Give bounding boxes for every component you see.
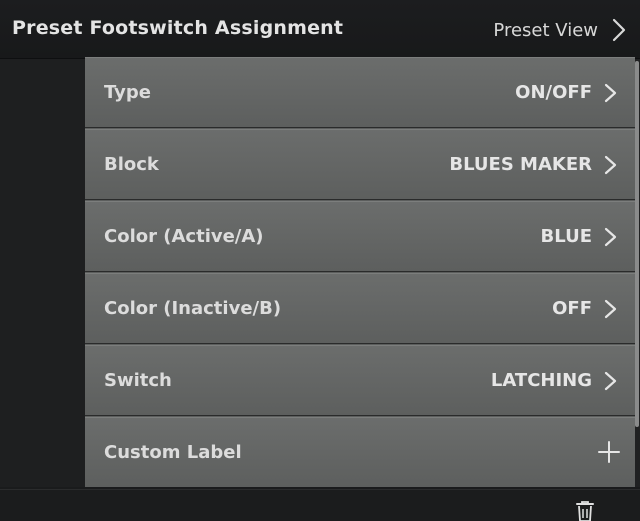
header-bar: Preset Footswitch Assignment Preset View: [0, 0, 640, 59]
preset-footswitch-screen: Preset Footswitch Assignment Preset View…: [0, 0, 640, 521]
row-custom-label[interactable]: Custom Label: [85, 417, 635, 487]
scrollbar[interactable]: [635, 59, 640, 487]
plus-icon: [598, 441, 620, 463]
left-pane: [0, 59, 85, 487]
row-switch-value: LATCHING: [490, 370, 592, 391]
preset-view-button[interactable]: Preset View: [493, 10, 626, 50]
row-custom-label-label: Custom Label: [104, 442, 242, 463]
footer-bar: [0, 489, 640, 521]
chevron-right-icon: [604, 155, 617, 175]
row-color-inactive-label: Color (Inactive/B): [104, 298, 282, 319]
row-color-inactive[interactable]: Color (Inactive/B) OFF: [85, 273, 635, 344]
trash-icon[interactable]: [575, 500, 595, 521]
chevron-right-icon: [612, 18, 626, 42]
chevron-right-icon: [604, 227, 617, 247]
row-type-label: Type: [104, 82, 151, 103]
row-color-active-label: Color (Active/A): [104, 226, 264, 247]
chevron-right-icon: [604, 371, 617, 391]
row-block[interactable]: Block BLUES MAKER: [85, 129, 635, 200]
row-switch[interactable]: Switch LATCHING: [85, 345, 635, 416]
chevron-right-icon: [604, 299, 617, 319]
preset-view-label: Preset View: [493, 19, 598, 41]
page-title: Preset Footswitch Assignment: [12, 17, 344, 39]
row-color-active[interactable]: Color (Active/A) BLUE: [85, 201, 635, 272]
row-color-inactive-value: OFF: [552, 298, 592, 319]
row-block-label: Block: [104, 154, 159, 175]
scrollbar-thumb[interactable]: [635, 61, 639, 427]
row-block-value: BLUES MAKER: [449, 154, 592, 175]
row-type-value: ON/OFF: [515, 82, 592, 103]
settings-list: Type ON/OFF Block BLUES MAKER Color (Act…: [85, 57, 635, 487]
row-switch-label: Switch: [104, 370, 172, 391]
chevron-right-icon: [604, 83, 617, 103]
row-type[interactable]: Type ON/OFF: [85, 57, 635, 128]
row-color-active-value: BLUE: [540, 226, 592, 247]
